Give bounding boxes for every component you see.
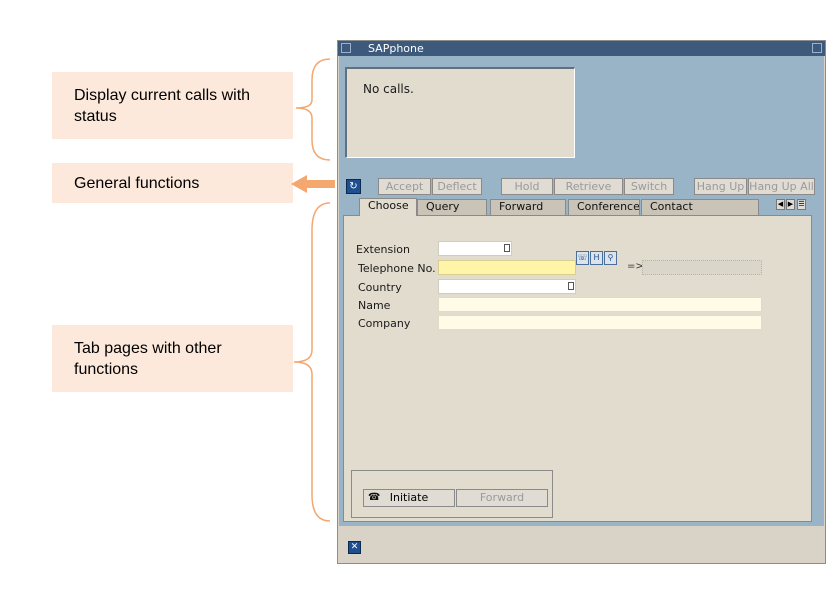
telephone-input[interactable]: [438, 260, 576, 275]
arrow-shaft: [305, 180, 335, 188]
telephone-result-field: [642, 260, 762, 275]
company-label: Company: [358, 317, 411, 330]
tab-forward[interactable]: Forward: [490, 199, 566, 215]
bracket-calls: [295, 58, 331, 161]
name-label: Name: [358, 299, 391, 312]
tab-list-icon[interactable]: ☰: [797, 199, 806, 210]
tab-choose[interactable]: Choose: [359, 198, 417, 216]
accept-button[interactable]: Accept: [378, 178, 431, 195]
call-actions-group: ☎ Initiate Forward: [351, 470, 553, 518]
bracket-tabs: [293, 202, 331, 522]
callout-tab-pages-text: Tab pages with other functions: [74, 339, 222, 378]
callout-current-calls: Display current calls with status: [52, 72, 293, 139]
initiate-button[interactable]: ☎ Initiate: [363, 489, 455, 507]
phonebook-icon[interactable]: H: [590, 251, 603, 265]
callout-general-functions: General functions: [52, 163, 293, 203]
tab-query[interactable]: Query: [417, 199, 487, 215]
exit-icon[interactable]: ✕: [348, 541, 361, 554]
sapphone-window: SAPphone No calls. ↻ Accept Deflect Hold…: [337, 40, 826, 564]
window-title: SAPphone: [368, 42, 424, 55]
tab-contact[interactable]: Contact: [641, 199, 759, 215]
calls-status-text: No calls.: [363, 82, 414, 96]
window-close-icon[interactable]: [812, 43, 822, 53]
company-input[interactable]: [438, 315, 762, 330]
arrow-head: [291, 175, 307, 193]
phone-icon: ☎: [368, 492, 381, 503]
title-bar: SAPphone: [338, 41, 825, 56]
hold-button[interactable]: Hold: [501, 178, 553, 195]
tab-scroll-left-icon[interactable]: ◀: [776, 199, 785, 210]
window-menu-icon[interactable]: [341, 43, 351, 53]
tab-scroll-right-icon[interactable]: ▶: [786, 199, 795, 210]
name-input[interactable]: [438, 297, 762, 312]
callout-tab-pages: Tab pages with other functions: [52, 325, 293, 392]
dial-tool-icon[interactable]: ☏: [576, 251, 589, 265]
refresh-icon[interactable]: ↻: [346, 179, 361, 194]
country-label: Country: [358, 281, 402, 294]
retrieve-button[interactable]: Retrieve: [554, 178, 623, 195]
search-tool-icon[interactable]: ⚲: [604, 251, 617, 265]
country-input[interactable]: [438, 279, 576, 294]
extension-label: Extension: [356, 243, 411, 256]
deflect-button[interactable]: Deflect: [432, 178, 482, 195]
callout-current-calls-text: Display current calls with status: [74, 86, 251, 125]
telephone-label: Telephone No.: [358, 262, 436, 275]
hang-up-all-button[interactable]: Hang Up All: [748, 178, 815, 195]
extension-input[interactable]: [438, 241, 512, 256]
current-calls-box: No calls.: [345, 67, 575, 158]
switch-button[interactable]: Switch: [624, 178, 674, 195]
forward-button[interactable]: Forward: [456, 489, 548, 507]
tab-conference[interactable]: Conference: [568, 199, 640, 215]
hang-up-button[interactable]: Hang Up: [694, 178, 747, 195]
main-area: No calls. ↻ Accept Deflect Hold Retrieve…: [339, 56, 824, 526]
country-help-icon[interactable]: [568, 282, 574, 290]
initiate-label: Initiate: [389, 491, 429, 504]
callout-general-functions-text: General functions: [74, 174, 200, 192]
extension-help-icon[interactable]: [504, 244, 510, 252]
